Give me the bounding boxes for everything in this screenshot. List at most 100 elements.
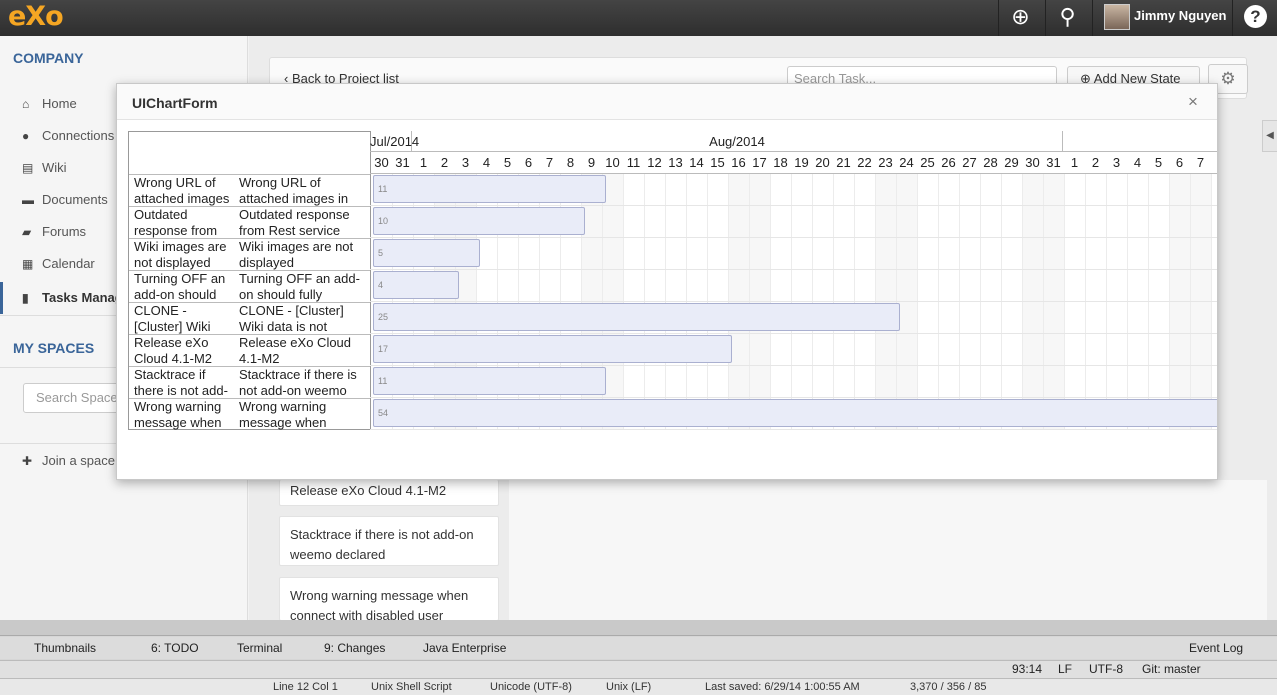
gantt-task-bar[interactable]: 11 [373, 367, 606, 395]
task-bar-label: 25 [378, 312, 389, 322]
gantt-row-line [370, 269, 1217, 270]
line-col: Line 12 Col 1 [273, 681, 338, 693]
task-bar-label: 11 [378, 376, 388, 386]
gantt-timeline: 30 31 1 2 3 4 5 6 7 8 9 10 11 12 13 14 15 16 17 18 19 20 21 22 2… [370, 131, 1217, 430]
sidebar-item-home[interactable]: ⌂ Home [22, 88, 122, 120]
file-encoding[interactable]: UTF-8 [1089, 662, 1123, 676]
gantt-task-row[interactable]: Stacktrace if there is not add- Stacktrac… [129, 366, 370, 398]
gantt-day-label: 2 [1091, 155, 1100, 170]
exo-logo[interactable]: eXo [8, 1, 64, 32]
task-name-long: Wrong URL of attached images in [239, 175, 349, 206]
gantt-day-label: 13 [668, 155, 683, 170]
gantt-day-label: 3 [1112, 155, 1121, 170]
gantt-day-label: 6 [1175, 155, 1184, 170]
collapse-right-panel-button[interactable]: ◀ [1262, 120, 1277, 152]
gantt-task-bar[interactable]: 54 [373, 399, 1217, 427]
gantt-task-bar[interactable]: 5 [373, 239, 480, 267]
task-card[interactable]: Release eXo Cloud 4.1-M2 [279, 480, 499, 506]
task-card[interactable]: Stacktrace if there is not add-on weemo … [279, 516, 499, 566]
line-separator[interactable]: LF [1058, 662, 1072, 676]
task-name-short: CLONE - [Cluster] Wiki [134, 303, 211, 334]
sidebar-item-forums[interactable]: ▰ Forums [22, 216, 122, 248]
modal-header: UIChartForm × [117, 84, 1217, 120]
gantt-day-label: 29 [1004, 155, 1019, 170]
task-name-short: Release eXo Cloud 4.1-M2 [134, 335, 213, 366]
gantt-task-row[interactable]: Outdated response from Outdated response … [129, 206, 370, 238]
task-name-short: Stacktrace if there is not add- [134, 367, 228, 398]
cursor-position[interactable]: 93:14 [1012, 662, 1042, 676]
plus-circle-icon[interactable]: ⊕ [998, 0, 1042, 36]
task-name-short: Outdated response from [134, 207, 218, 238]
gantt-row-line [370, 333, 1217, 334]
gantt-day-label: 2 [440, 155, 449, 170]
gantt-task-bar[interactable]: 10 [373, 207, 585, 235]
encoding-mode[interactable]: Unicode (UTF-8) [490, 681, 572, 693]
active-indicator [0, 282, 3, 314]
gantt-task-bar[interactable]: 25 [373, 303, 900, 331]
gantt-day-label: 30 [1025, 155, 1040, 170]
gantt-day-label: 9 [587, 155, 596, 170]
gantt-task-row[interactable]: Release eXo Cloud 4.1-M2 Release eXo Clou… [129, 334, 370, 366]
gantt-task-bar[interactable]: 17 [373, 335, 732, 363]
sidebar-item-documents[interactable]: ▬ Documents [22, 184, 122, 216]
editor-status-bar: Line 12 Col 1 Unix Shell Script Unicode … [0, 678, 1277, 695]
sidebar-item-label: Tasks Management [42, 290, 122, 305]
tool-event-log[interactable]: Event Log [1189, 641, 1243, 655]
tool-changes[interactable]: 9: Changes [324, 641, 385, 655]
calendar-icon: ▦ [22, 257, 34, 271]
sidebar-item-label: Home [42, 96, 77, 111]
sidebar-item-calendar[interactable]: ▦ Calendar [22, 248, 122, 280]
tool-terminal[interactable]: Terminal [237, 641, 282, 655]
search-icon[interactable]: ⚲ [1045, 0, 1089, 36]
gantt-day-label: 28 [983, 155, 998, 170]
ide-status-bar: 93:14 LF UTF-8 Git: master [0, 660, 1277, 678]
join-space-label: Join a space [42, 453, 115, 468]
gantt-task-row[interactable]: Wrong warning message when Wrong warning … [129, 398, 370, 430]
task-name-short: Wrong warning message when [134, 399, 222, 430]
task-name-short: Turning OFF an add-on should [134, 271, 226, 302]
task-bar-label: 17 [378, 344, 389, 354]
user-icon: ● [22, 129, 30, 143]
gantt-day-label: 15 [710, 155, 725, 170]
gantt-day-label: 11 [626, 155, 641, 170]
syntax-mode[interactable]: Unix Shell Script [371, 681, 452, 693]
gantt-task-bar[interactable]: 4 [373, 271, 459, 299]
gantt-day-label: 24 [899, 155, 914, 170]
git-branch[interactable]: Git: master [1142, 662, 1201, 676]
gantt-task-row[interactable]: Wrong URL of attached images Wrong URL of… [129, 174, 370, 206]
document-icon: ▮ [22, 291, 29, 305]
task-bar-label: 10 [378, 216, 389, 226]
task-bar-label: 11 [378, 184, 388, 194]
gantt-day-label: 8 [566, 155, 575, 170]
horizontal-scrollbar[interactable] [0, 620, 1277, 636]
gantt-day-label: 19 [794, 155, 809, 170]
help-button[interactable]: ? [1232, 0, 1277, 36]
gantt-task-row[interactable]: Wiki images are not displayed Wiki images… [129, 238, 370, 270]
gantt-task-bar[interactable]: 11 [373, 175, 606, 203]
sidebar-item-label: Connections [42, 128, 115, 143]
join-space-link[interactable]: ✚ Join a space [22, 445, 122, 477]
folder-icon: ▬ [22, 193, 34, 207]
gantt-row-line [370, 397, 1217, 398]
sidebar-item-label: Wiki [42, 160, 67, 175]
gantt-task-row[interactable]: Turning OFF an add-on should Turning OFF … [129, 270, 370, 302]
sidebar-item-wiki[interactable]: ▤ Wiki [22, 152, 122, 184]
tool-java-enterprise[interactable]: Java Enterprise [423, 641, 506, 655]
ide-tool-window-bar: Thumbnails 6: TODO Terminal 9: Changes J… [0, 637, 1277, 659]
gantt-task-row[interactable]: CLONE - [Cluster] Wiki CLONE - [Cluster] … [129, 302, 370, 334]
task-name-long: Wiki images are not displayed [239, 239, 354, 270]
task-name-long: Outdated response from Rest service [239, 207, 350, 238]
sidebar-item-tasks[interactable]: ▮ Tasks Management [22, 282, 122, 314]
tool-thumbnails[interactable]: Thumbnails [34, 641, 96, 655]
chat-icon: ▰ [22, 225, 32, 239]
tool-todo[interactable]: 6: TODO [151, 641, 199, 655]
sidebar-item-connections[interactable]: ● Connections [22, 120, 122, 152]
line-ending-mode[interactable]: Unix (LF) [606, 681, 651, 693]
task-card[interactable]: Wrong warning message when connect with … [279, 577, 499, 621]
gantt-day-label: 22 [857, 155, 872, 170]
file-stats: 3,370 / 356 / 85 [910, 681, 987, 693]
close-icon[interactable]: × [1188, 92, 1198, 112]
user-menu[interactable]: Jimmy Nguyen [1092, 0, 1232, 36]
board-column [509, 480, 1267, 620]
gantt-day-label: 12 [647, 155, 662, 170]
